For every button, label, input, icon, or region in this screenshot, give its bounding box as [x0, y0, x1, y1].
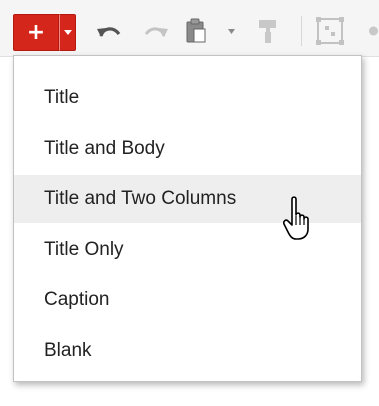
undo-button[interactable] — [95, 18, 125, 44]
shape-icon — [369, 26, 378, 36]
undo-icon — [97, 27, 121, 37]
select-layout-button[interactable] — [315, 17, 345, 45]
menu-item-label: Title Only — [44, 239, 124, 260]
toolbar: + — [0, 0, 379, 57]
paste-options-dropdown[interactable] — [226, 18, 236, 44]
new-slide-layout-dropdown-button[interactable] — [59, 14, 76, 51]
dropdown-arrow-icon — [63, 30, 72, 35]
new-slide-button[interactable]: + — [13, 14, 59, 51]
plus-icon: + — [26, 19, 46, 45]
menu-item-title-and-body[interactable]: Title and Body — [14, 125, 361, 173]
menu-item-label: Blank — [44, 340, 92, 361]
menu-item-title[interactable]: Title — [14, 74, 361, 122]
hand-cursor-icon — [283, 196, 309, 240]
new-slide-button-group: + — [13, 14, 76, 51]
more-tools-icon[interactable] — [368, 18, 379, 44]
paint-format-icon — [259, 20, 276, 43]
paste-icon — [186, 18, 206, 43]
menu-item-label: Title and Body — [44, 138, 165, 159]
menu-item-caption[interactable]: Caption — [14, 276, 361, 324]
slides-editor-screen: + Title Title and Body Title and Two Col… — [0, 0, 379, 406]
menu-item-label: Title — [44, 87, 80, 108]
toolbar-separator — [301, 16, 302, 46]
menu-item-label: Caption — [44, 289, 110, 310]
chevron-down-icon — [227, 28, 235, 34]
redo-icon — [144, 27, 168, 37]
paste-button[interactable] — [183, 18, 209, 44]
menu-item-label: Title and Two Columns — [44, 188, 237, 209]
menu-item-blank[interactable]: Blank — [14, 327, 361, 375]
redo-button[interactable] — [140, 18, 170, 44]
select-layout-icon — [316, 17, 344, 45]
paint-format-button[interactable] — [255, 18, 281, 44]
